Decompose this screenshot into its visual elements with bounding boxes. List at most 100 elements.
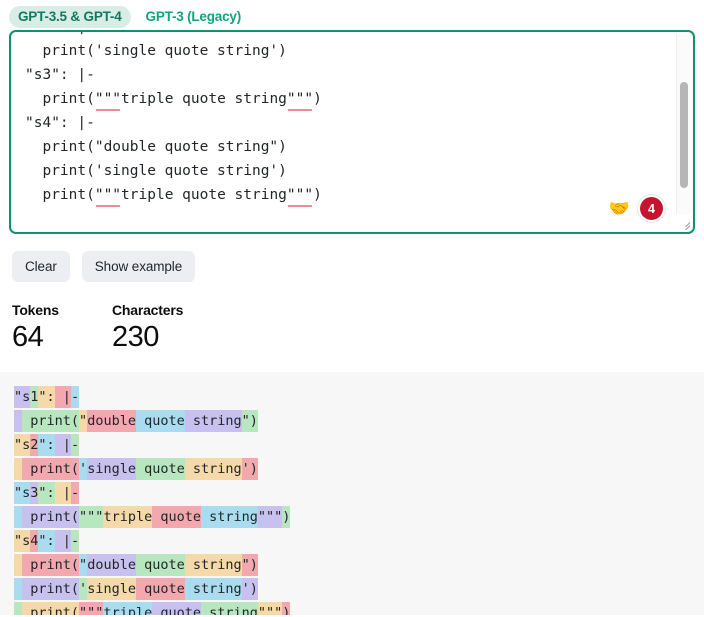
token-line: print("double quote string") [14,409,704,433]
token-chip: triple [103,602,153,616]
spellcheck-underline: """ [95,183,121,207]
token-chip: "s [14,386,31,409]
token-chip: single [87,458,136,481]
characters-label: Characters [112,302,184,318]
token-chip: string [201,602,258,616]
token-chip [14,578,23,601]
token-chip: quote [135,458,185,481]
token-chip: """ [79,602,104,616]
token-line: "s3": |- [14,481,704,505]
token-chip: "s [14,434,31,457]
editor-resize-handle[interactable] [676,215,691,230]
token-chip: triple [103,506,153,529]
token-chip: ) [282,602,291,616]
handshake-icon: 🤝 [608,199,630,218]
token-chip: print( [22,410,80,433]
token-chip: double [87,554,136,577]
token-chip: string [184,578,242,601]
token-chip: ' [79,578,88,601]
token-chip [14,506,23,529]
editor-scrollbar-thumb[interactable] [680,82,688,188]
text-input-area[interactable]: "s2": |- print('single quote string') "s3… [9,30,695,234]
token-chip [14,602,23,616]
editor-overlay-badges: 🤝 4 [609,197,663,220]
tab-gpt3-legacy[interactable]: GPT-3 (Legacy) [137,6,250,28]
token-chip: print( [22,554,80,577]
token-chip: ') [241,458,258,481]
token-chip: single [87,578,136,601]
token-chip: string [184,554,242,577]
token-chip: ' [79,458,88,481]
editor-text-content[interactable]: "s2": |- print('single quote string') "s3… [11,32,676,207]
token-chip: ": [38,386,55,409]
token-chip [14,554,23,577]
editor-container: "s2": |- print('single quote string') "s3… [9,30,695,234]
token-chip: - [70,386,80,409]
token-chip: quote [135,578,185,601]
editor-line: print('single quote string') [25,43,287,59]
token-chip: - [70,482,80,505]
tokenized-output-panel: "s1": |- print("double quote string") "s2… [0,372,704,616]
token-chip: """ [79,506,104,529]
token-chip: string [201,506,258,529]
token-chip: quote [135,410,185,433]
token-chip: "s [14,530,31,553]
characters-stat: Characters 230 [112,302,183,355]
spellcheck-underline: """ [287,87,313,111]
editor-line: "s2": |- [25,32,676,39]
token-chip: quote [152,602,201,616]
stats-row: Tokens 64 Characters 230 [0,282,704,355]
token-chip: string [184,410,242,433]
token-line: print("double quote string") [14,553,704,577]
grammar-issue-count-badge[interactable]: 4 [640,197,663,220]
token-chip: " [79,554,88,577]
token-chip: ") [241,410,258,433]
token-chip: """ [257,506,283,529]
tokens-label: Tokens [12,302,59,318]
editor-line: "s4": |- [25,115,95,131]
editor-line: print("""triple quote string""") [25,87,676,111]
token-chip: """ [257,602,283,616]
token-chip: print( [22,578,80,601]
token-chip: ": [38,482,55,505]
token-line: print("""triple quote string""") [14,505,704,529]
spellcheck-underline: """ [287,183,313,207]
editor-scrollbar[interactable] [676,34,691,214]
token-chip: - [70,530,80,553]
token-line: "s4": |- [14,529,704,553]
token-chip: | [54,386,71,409]
editor-line: print("double quote string") [25,139,287,155]
token-chip: quote [135,554,185,577]
token-line: print('single quote string') [14,457,704,481]
token-chip: ) [282,506,291,529]
editor-line: print('single quote string') [25,163,287,179]
editor-line: "s3": |- [25,67,95,83]
token-chip: print( [22,458,80,481]
token-chip [14,410,23,433]
tab-gpt35-gpt4[interactable]: GPT-3.5 & GPT-4 [9,5,131,28]
token-chip: "s [14,482,31,505]
tokens-stat: Tokens 64 [12,302,112,355]
spellcheck-underline: """ [95,87,121,111]
token-chip: quote [152,506,201,529]
token-chip: | [54,482,71,505]
editor-line: print("""triple quote string""") [25,183,676,207]
token-chip: ') [241,578,258,601]
token-line: print('single quote string') [14,577,704,601]
action-button-row: Clear Show example [0,234,704,282]
token-chip: ": [38,434,55,457]
characters-value: 230 [112,321,159,353]
clear-button[interactable]: Clear [12,251,70,282]
token-chip: print( [22,602,80,616]
token-line: "s2": |- [14,433,704,457]
show-example-button[interactable]: Show example [81,251,196,282]
token-chip: ") [241,554,258,577]
tokens-value: 64 [12,321,44,353]
token-chip [14,458,23,481]
token-chip: print( [22,506,80,529]
token-chip: | [54,434,71,457]
token-line: print("""triple quote string""") [14,601,704,616]
token-chip: ": [38,530,55,553]
token-chip: | [54,530,71,553]
token-chip: - [70,434,80,457]
